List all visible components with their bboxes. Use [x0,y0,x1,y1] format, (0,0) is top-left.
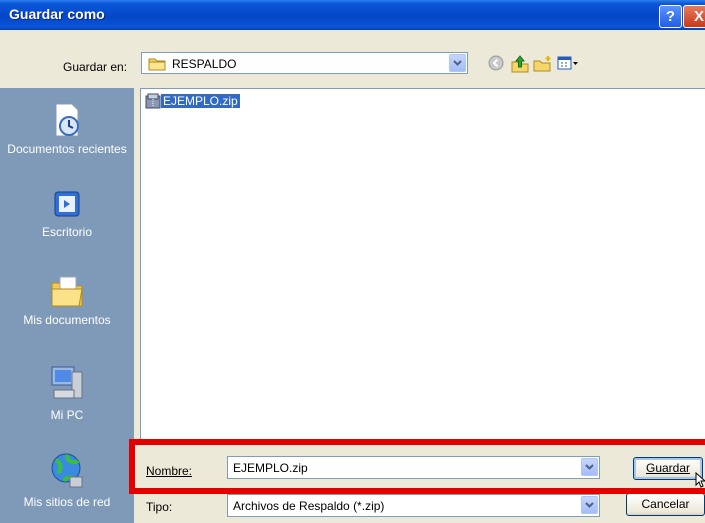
save-in-label: Guardar en: [63,60,128,74]
save-in-dropdown[interactable]: RESPALDO [141,52,468,74]
network-places-icon [51,453,83,488]
my-computer-icon [51,366,83,399]
chevron-down-icon[interactable] [581,458,598,476]
place-label: Mis documentos [23,313,111,327]
chevron-down-icon[interactable] [581,496,598,514]
title-bar[interactable]: Guardar como ? X [0,0,705,30]
place-label: Mis sitios de red [23,495,111,509]
my-documents-icon [51,276,83,307]
up-folder-icon[interactable] [510,55,530,76]
file-name-input[interactable]: EJEMPLO.zip [227,456,600,479]
cancel-button[interactable]: Cancelar [626,493,705,516]
place-my-documents[interactable]: Mis documentos [0,273,134,328]
zip-file-icon [145,93,161,112]
file-name: EJEMPLO.zip [161,94,240,108]
place-desktop[interactable]: Escritorio [0,189,134,240]
save-button[interactable]: Guardar [633,457,703,480]
window-title: Guardar como [9,6,105,22]
place-recent-documents[interactable]: Documentos recientes [0,102,134,157]
current-folder-name: RESPALDO [172,57,237,71]
recent-documents-icon [55,103,79,137]
place-label: Documentos recientes [7,142,127,156]
file-name-value: EJEMPLO.zip [233,461,308,475]
file-list[interactable]: EJEMPLO.zip [140,88,705,440]
chevron-down-icon[interactable] [449,54,466,72]
places-bar: Documentos recientes Escritorio Mis docu… [0,88,134,523]
help-button[interactable]: ? [659,5,682,28]
new-folder-icon[interactable] [533,55,553,76]
file-name-label: Nombre: [146,464,192,478]
file-type-dropdown[interactable]: Archivos de Respaldo (*.zip) [227,494,600,517]
views-menu-icon[interactable] [557,55,579,74]
file-name-label-text: Nombre: [146,464,193,478]
place-label: Escritorio [41,225,92,239]
folder-icon [148,57,166,74]
place-my-computer[interactable]: Mi PC [0,364,134,423]
desktop-icon [54,191,80,217]
place-network[interactable]: Mis sitios de red [0,451,134,510]
file-type-value: Archivos de Respaldo (*.zip) [233,499,385,513]
mouse-cursor-icon [695,471,705,491]
close-button[interactable]: X [683,5,705,28]
file-type-label: Tipo: [146,500,173,514]
save-button-label: Guardar [645,461,691,475]
back-icon[interactable] [488,55,504,74]
place-label: Mi PC [50,408,84,422]
